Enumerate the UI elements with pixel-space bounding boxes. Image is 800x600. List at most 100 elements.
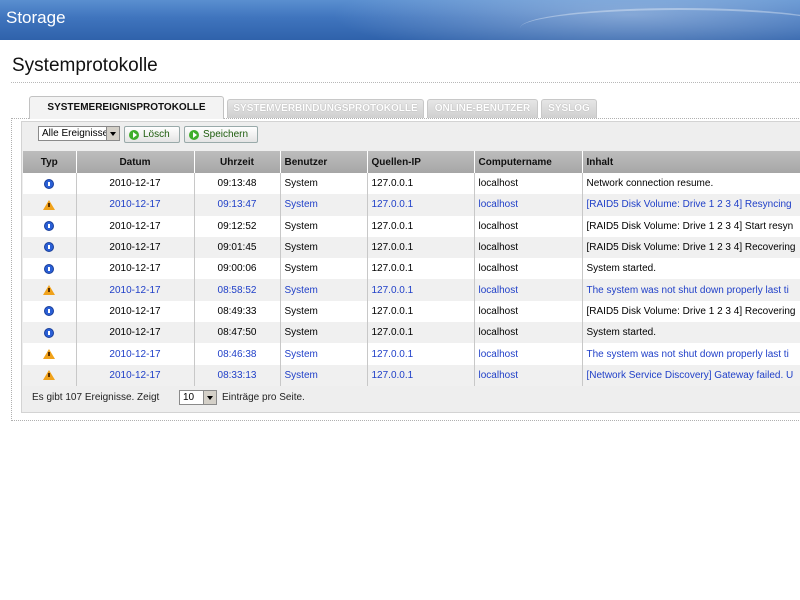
date-cell: 2010-12-17 — [76, 258, 195, 280]
user-cell: System — [280, 279, 368, 301]
chevron-down-icon[interactable] — [203, 391, 216, 404]
tab-system-connection-logs[interactable]: SYSTEMVERBINDUNGSPROTOKOLLE — [227, 99, 424, 118]
computer-name-cell: localhost — [474, 343, 583, 365]
column-header-user[interactable]: Benutzer — [280, 151, 368, 173]
column-header-date[interactable]: Datum — [76, 151, 195, 173]
computer-name-cell: localhost — [474, 215, 583, 237]
event-filter-select[interactable]: Alle Ereignisse — [38, 126, 120, 141]
table-row[interactable]: 2010-12-17 09:13:47 System 127.0.0.1 loc… — [23, 194, 800, 216]
per-page-suffix-text: Einträge pro Seite. — [222, 392, 305, 403]
date-cell: 2010-12-17 — [76, 300, 195, 323]
page-title: Systemprotokolle — [12, 55, 158, 76]
user-cell: System — [280, 300, 368, 323]
event-log-table: Typ Datum Uhrzeit Benutzer Quellen-IP Co… — [23, 151, 800, 386]
source-ip-cell: 127.0.0.1 — [367, 236, 475, 259]
content-cell: The system was not shut down properly la… — [582, 343, 800, 365]
column-header-source-ip[interactable]: Quellen-IP — [367, 151, 475, 173]
user-cell: System — [280, 173, 368, 195]
delete-button-label: Lösch — [143, 129, 170, 140]
source-ip-cell: 127.0.0.1 — [367, 173, 475, 195]
time-cell: 09:01:45 — [194, 236, 281, 259]
table-row[interactable]: 2010-12-17 09:00:06 System 127.0.0.1 loc… — [23, 258, 800, 280]
time-cell: 08:47:50 — [194, 322, 281, 344]
info-icon — [44, 327, 55, 338]
content-cell: The system was not shut down properly la… — [582, 279, 800, 301]
info-icon — [44, 221, 55, 232]
computer-name-cell: localhost — [474, 236, 583, 259]
type-cell — [23, 236, 77, 259]
date-cell: 2010-12-17 — [76, 215, 195, 237]
user-cell: System — [280, 343, 368, 365]
source-ip-cell: 127.0.0.1 — [367, 343, 475, 365]
table-row[interactable]: 2010-12-17 08:47:50 System 127.0.0.1 loc… — [23, 322, 800, 344]
info-icon — [44, 306, 55, 317]
content-cell: [RAID5 Disk Volume: Drive 1 2 3 4] Resyn… — [582, 194, 800, 216]
source-ip-cell: 127.0.0.1 — [367, 300, 475, 323]
warning-icon — [43, 348, 56, 359]
save-button-label: Speichern — [203, 129, 249, 140]
per-page-value: 10 — [183, 392, 195, 403]
type-cell — [23, 173, 77, 195]
table-row[interactable]: 2010-12-17 09:13:48 System 127.0.0.1 loc… — [23, 173, 800, 195]
warning-icon — [43, 370, 56, 381]
info-icon — [44, 242, 55, 253]
content-cell: Network connection resume. — [582, 173, 800, 195]
go-arrow-icon — [129, 130, 139, 140]
time-cell: 08:58:52 — [194, 279, 281, 301]
time-cell: 08:33:13 — [194, 364, 281, 386]
app-header: Storage — [0, 0, 800, 40]
time-cell: 09:13:47 — [194, 194, 281, 216]
content-cell: System started. — [582, 322, 800, 344]
go-arrow-icon — [189, 130, 199, 140]
table-row[interactable]: 2010-12-17 08:58:52 System 127.0.0.1 loc… — [23, 279, 800, 301]
content-cell: [RAID5 Disk Volume: Drive 1 2 3 4] Recov… — [582, 236, 800, 259]
tab-online-users[interactable]: ONLINE-BENUTZER — [427, 99, 538, 118]
source-ip-cell: 127.0.0.1 — [367, 258, 475, 280]
table-row[interactable]: 2010-12-17 08:46:38 System 127.0.0.1 loc… — [23, 343, 800, 365]
type-cell — [23, 300, 77, 323]
computer-name-cell: localhost — [474, 300, 583, 323]
type-cell — [23, 343, 77, 365]
type-cell — [23, 215, 77, 237]
content-cell: [Network Service Discovery] Gateway fail… — [582, 364, 800, 386]
delete-button[interactable]: Lösch — [124, 126, 180, 143]
per-page-select[interactable]: 10 — [179, 390, 217, 405]
date-cell: 2010-12-17 — [76, 322, 195, 344]
type-cell — [23, 364, 77, 386]
save-button[interactable]: Speichern — [184, 126, 258, 143]
tab-syslog[interactable]: SYSLOG — [541, 99, 597, 118]
type-cell — [23, 322, 77, 344]
column-header-time[interactable]: Uhrzeit — [194, 151, 281, 173]
table-header-row: Typ Datum Uhrzeit Benutzer Quellen-IP Co… — [23, 151, 800, 173]
computer-name-cell: localhost — [474, 279, 583, 301]
table-row[interactable]: 2010-12-17 09:01:45 System 127.0.0.1 loc… — [23, 236, 800, 259]
table-row[interactable]: 2010-12-17 09:12:52 System 127.0.0.1 loc… — [23, 215, 800, 237]
table-row[interactable]: 2010-12-17 08:49:33 System 127.0.0.1 loc… — [23, 300, 800, 323]
column-header-computer-name[interactable]: Computername — [474, 151, 583, 173]
computer-name-cell: localhost — [474, 322, 583, 344]
date-cell: 2010-12-17 — [76, 194, 195, 216]
computer-name-cell: localhost — [474, 364, 583, 386]
time-cell: 09:13:48 — [194, 173, 281, 195]
type-cell — [23, 258, 77, 280]
time-cell: 08:46:38 — [194, 343, 281, 365]
warning-icon — [43, 284, 56, 295]
date-cell: 2010-12-17 — [76, 173, 195, 195]
tab-system-event-logs[interactable]: SYSTEMEREIGNISPROTOKOLLE — [29, 96, 224, 119]
content-cell: System started. — [582, 258, 800, 280]
table-row[interactable]: 2010-12-17 08:33:13 System 127.0.0.1 loc… — [23, 364, 800, 386]
event-count-text: Es gibt 107 Ereignisse. Zeigt — [32, 392, 160, 403]
warning-icon — [43, 199, 56, 210]
info-icon — [44, 263, 55, 274]
column-header-type[interactable]: Typ — [23, 151, 77, 173]
source-ip-cell: 127.0.0.1 — [367, 194, 475, 216]
column-header-content[interactable]: Inhalt — [582, 151, 800, 173]
date-cell: 2010-12-17 — [76, 364, 195, 386]
computer-name-cell: localhost — [474, 258, 583, 280]
chevron-down-icon[interactable] — [106, 127, 119, 140]
user-cell: System — [280, 194, 368, 216]
user-cell: System — [280, 215, 368, 237]
user-cell: System — [280, 364, 368, 386]
user-cell: System — [280, 322, 368, 344]
date-cell: 2010-12-17 — [76, 236, 195, 259]
